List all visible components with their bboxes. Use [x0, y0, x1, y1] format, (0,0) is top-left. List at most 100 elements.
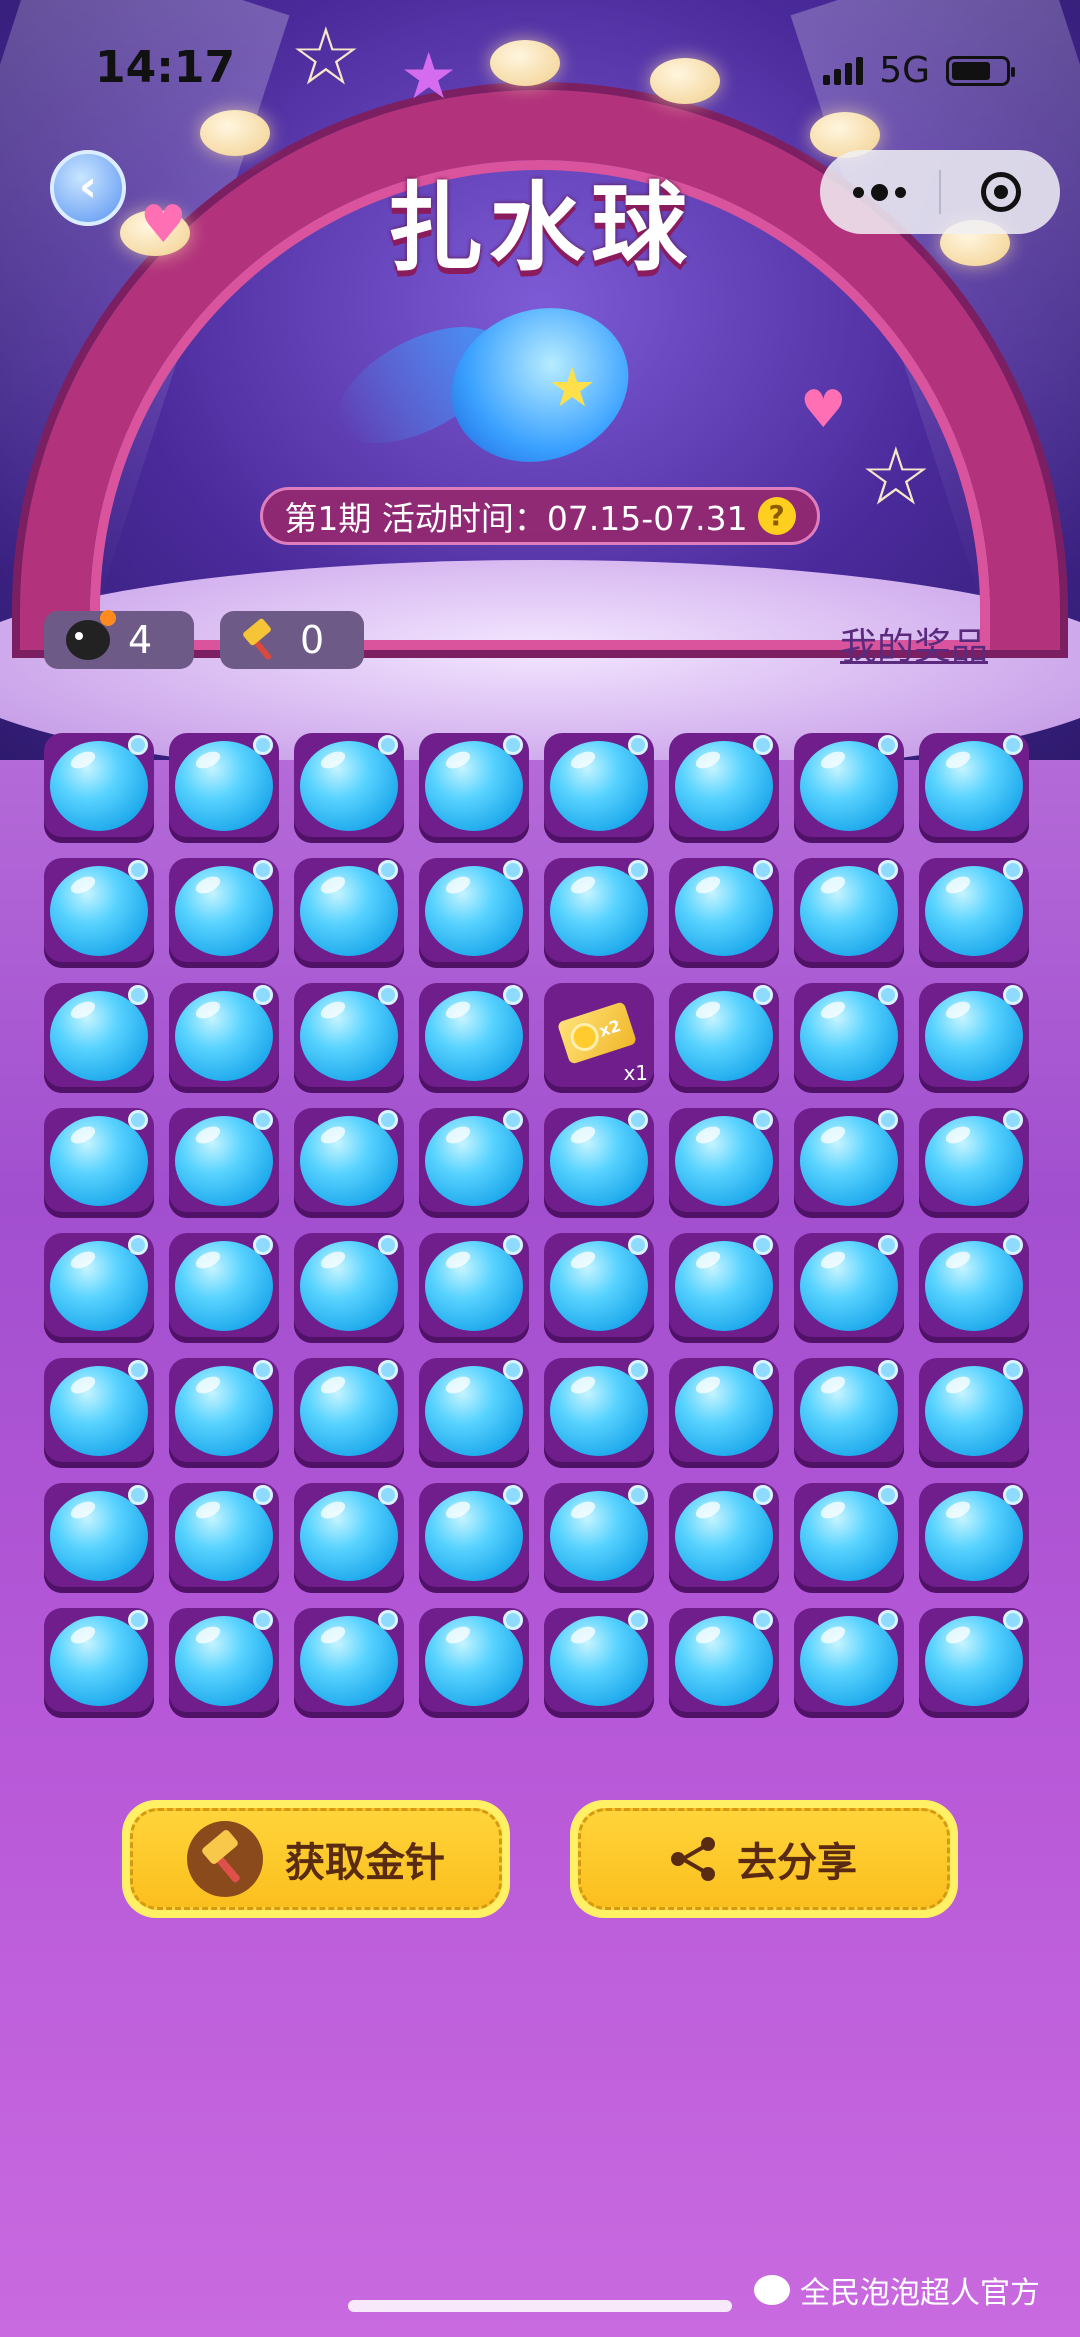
- water-balloon-cell[interactable]: [919, 733, 1029, 843]
- water-balloon-cell[interactable]: [169, 1483, 279, 1593]
- water-balloon-cell[interactable]: [794, 1483, 904, 1593]
- water-balloon-cell[interactable]: [169, 1233, 279, 1343]
- water-balloon-cell[interactable]: [544, 858, 654, 968]
- water-balloon-icon: [300, 1491, 398, 1581]
- water-balloon-cell[interactable]: [44, 983, 154, 1093]
- bomb-counter: 4: [44, 610, 194, 669]
- water-balloon-cell[interactable]: [44, 858, 154, 968]
- water-balloon-cell[interactable]: [419, 983, 529, 1093]
- water-balloon-cell[interactable]: [794, 983, 904, 1093]
- prize-multiplier: x2: [596, 1015, 624, 1041]
- water-balloon-cell[interactable]: [919, 1483, 1029, 1593]
- water-balloon-cell[interactable]: [169, 858, 279, 968]
- water-balloon-cell[interactable]: [669, 1358, 779, 1468]
- water-balloon-icon: [175, 866, 273, 956]
- share-label: 去分享: [737, 1840, 857, 1886]
- balloon-knot: [253, 1485, 273, 1505]
- watermark-text: 全民泡泡超人官方: [800, 2276, 1040, 2311]
- water-balloon-cell[interactable]: [544, 1483, 654, 1593]
- water-balloon-cell[interactable]: [669, 983, 779, 1093]
- water-balloon-icon: [175, 1491, 273, 1581]
- water-balloon-cell[interactable]: [794, 1233, 904, 1343]
- water-balloon-cell[interactable]: [544, 1358, 654, 1468]
- water-balloon-cell[interactable]: [794, 733, 904, 843]
- water-balloon-cell[interactable]: [44, 1358, 154, 1468]
- more-button[interactable]: [820, 150, 939, 234]
- water-balloon-cell[interactable]: [919, 1233, 1029, 1343]
- water-balloon-cell[interactable]: [44, 1483, 154, 1593]
- water-balloon-cell[interactable]: [544, 1608, 654, 1718]
- water-balloon-cell[interactable]: [544, 1108, 654, 1218]
- water-balloon-cell[interactable]: [419, 1358, 529, 1468]
- water-balloon-cell[interactable]: [294, 1358, 404, 1468]
- water-balloon-cell[interactable]: [669, 1608, 779, 1718]
- water-balloon-cell[interactable]: [544, 733, 654, 843]
- water-balloon-cell[interactable]: [794, 1358, 904, 1468]
- water-balloon-cell[interactable]: [419, 858, 529, 968]
- water-balloon-cell[interactable]: [919, 983, 1029, 1093]
- water-balloon-cell[interactable]: [44, 1608, 154, 1718]
- balloon-knot: [378, 1235, 398, 1255]
- get-needle-button[interactable]: 获取金针: [122, 1800, 510, 1918]
- water-balloon-cell[interactable]: [919, 1108, 1029, 1218]
- back-button[interactable]: ‹: [50, 150, 126, 226]
- balloon-knot: [503, 1610, 523, 1630]
- water-balloon-cell[interactable]: [419, 733, 529, 843]
- water-balloon-cell[interactable]: [669, 1108, 779, 1218]
- balloon-knot: [128, 735, 148, 755]
- water-balloon-cell[interactable]: [669, 858, 779, 968]
- water-balloon-cell[interactable]: [794, 1108, 904, 1218]
- water-balloon-cell[interactable]: [169, 1358, 279, 1468]
- water-balloon-cell[interactable]: [294, 1108, 404, 1218]
- help-icon[interactable]: ?: [757, 497, 796, 535]
- balloon-knot: [128, 1235, 148, 1255]
- water-balloon-cell[interactable]: [669, 1233, 779, 1343]
- water-balloon-cell[interactable]: [294, 858, 404, 968]
- water-balloon-cell[interactable]: [669, 733, 779, 843]
- water-balloon-icon: [925, 1116, 1023, 1206]
- mini-program-capsule: [820, 150, 1060, 234]
- water-balloon-cell[interactable]: [419, 1608, 529, 1718]
- close-miniprogram-button[interactable]: [941, 150, 1060, 234]
- my-prizes-link[interactable]: 我的奖品: [840, 616, 988, 670]
- water-balloon-cell[interactable]: [294, 733, 404, 843]
- balloon-knot: [628, 1485, 648, 1505]
- water-balloon-cell[interactable]: [169, 733, 279, 843]
- water-balloon-cell[interactable]: [44, 1108, 154, 1218]
- balloon-knot: [503, 1485, 523, 1505]
- water-balloon-cell[interactable]: [294, 1483, 404, 1593]
- water-balloon-cell[interactable]: [419, 1233, 529, 1343]
- water-balloon-cell[interactable]: [919, 858, 1029, 968]
- water-balloon-icon: [550, 1616, 648, 1706]
- balloon-knot: [378, 1360, 398, 1380]
- water-balloon-cell[interactable]: [169, 983, 279, 1093]
- water-balloon-cell[interactable]: [169, 1608, 279, 1718]
- balloon-knot: [753, 1110, 773, 1130]
- water-balloon-icon: [300, 866, 398, 956]
- balloon-knot: [753, 1235, 773, 1255]
- water-balloon-cell[interactable]: [919, 1608, 1029, 1718]
- water-balloon-cell[interactable]: [419, 1108, 529, 1218]
- balloon-knot: [253, 1360, 273, 1380]
- water-balloon-cell[interactable]: [44, 733, 154, 843]
- water-balloon-cell[interactable]: [919, 1358, 1029, 1468]
- water-balloon-cell[interactable]: [44, 1233, 154, 1343]
- water-balloon-icon: [300, 1616, 398, 1706]
- water-balloon-cell[interactable]: [794, 858, 904, 968]
- water-balloon-cell[interactable]: [544, 1233, 654, 1343]
- revealed-prize-cell[interactable]: x2 x1: [544, 983, 654, 1093]
- balloon-knot: [503, 735, 523, 755]
- water-balloon-cell[interactable]: [294, 1608, 404, 1718]
- water-balloon-cell[interactable]: [169, 1108, 279, 1218]
- star-icon: ★: [548, 356, 597, 419]
- home-indicator: [348, 2300, 732, 2312]
- water-balloon-cell[interactable]: [419, 1483, 529, 1593]
- water-balloon-cell[interactable]: [294, 983, 404, 1093]
- water-balloon-cell[interactable]: [669, 1483, 779, 1593]
- water-balloon-icon: [550, 1491, 648, 1581]
- water-balloon-cell[interactable]: [294, 1233, 404, 1343]
- balloon-knot: [253, 1235, 273, 1255]
- water-balloon-icon: [175, 741, 273, 831]
- share-button[interactable]: 去分享: [570, 1800, 958, 1918]
- water-balloon-cell[interactable]: [794, 1608, 904, 1718]
